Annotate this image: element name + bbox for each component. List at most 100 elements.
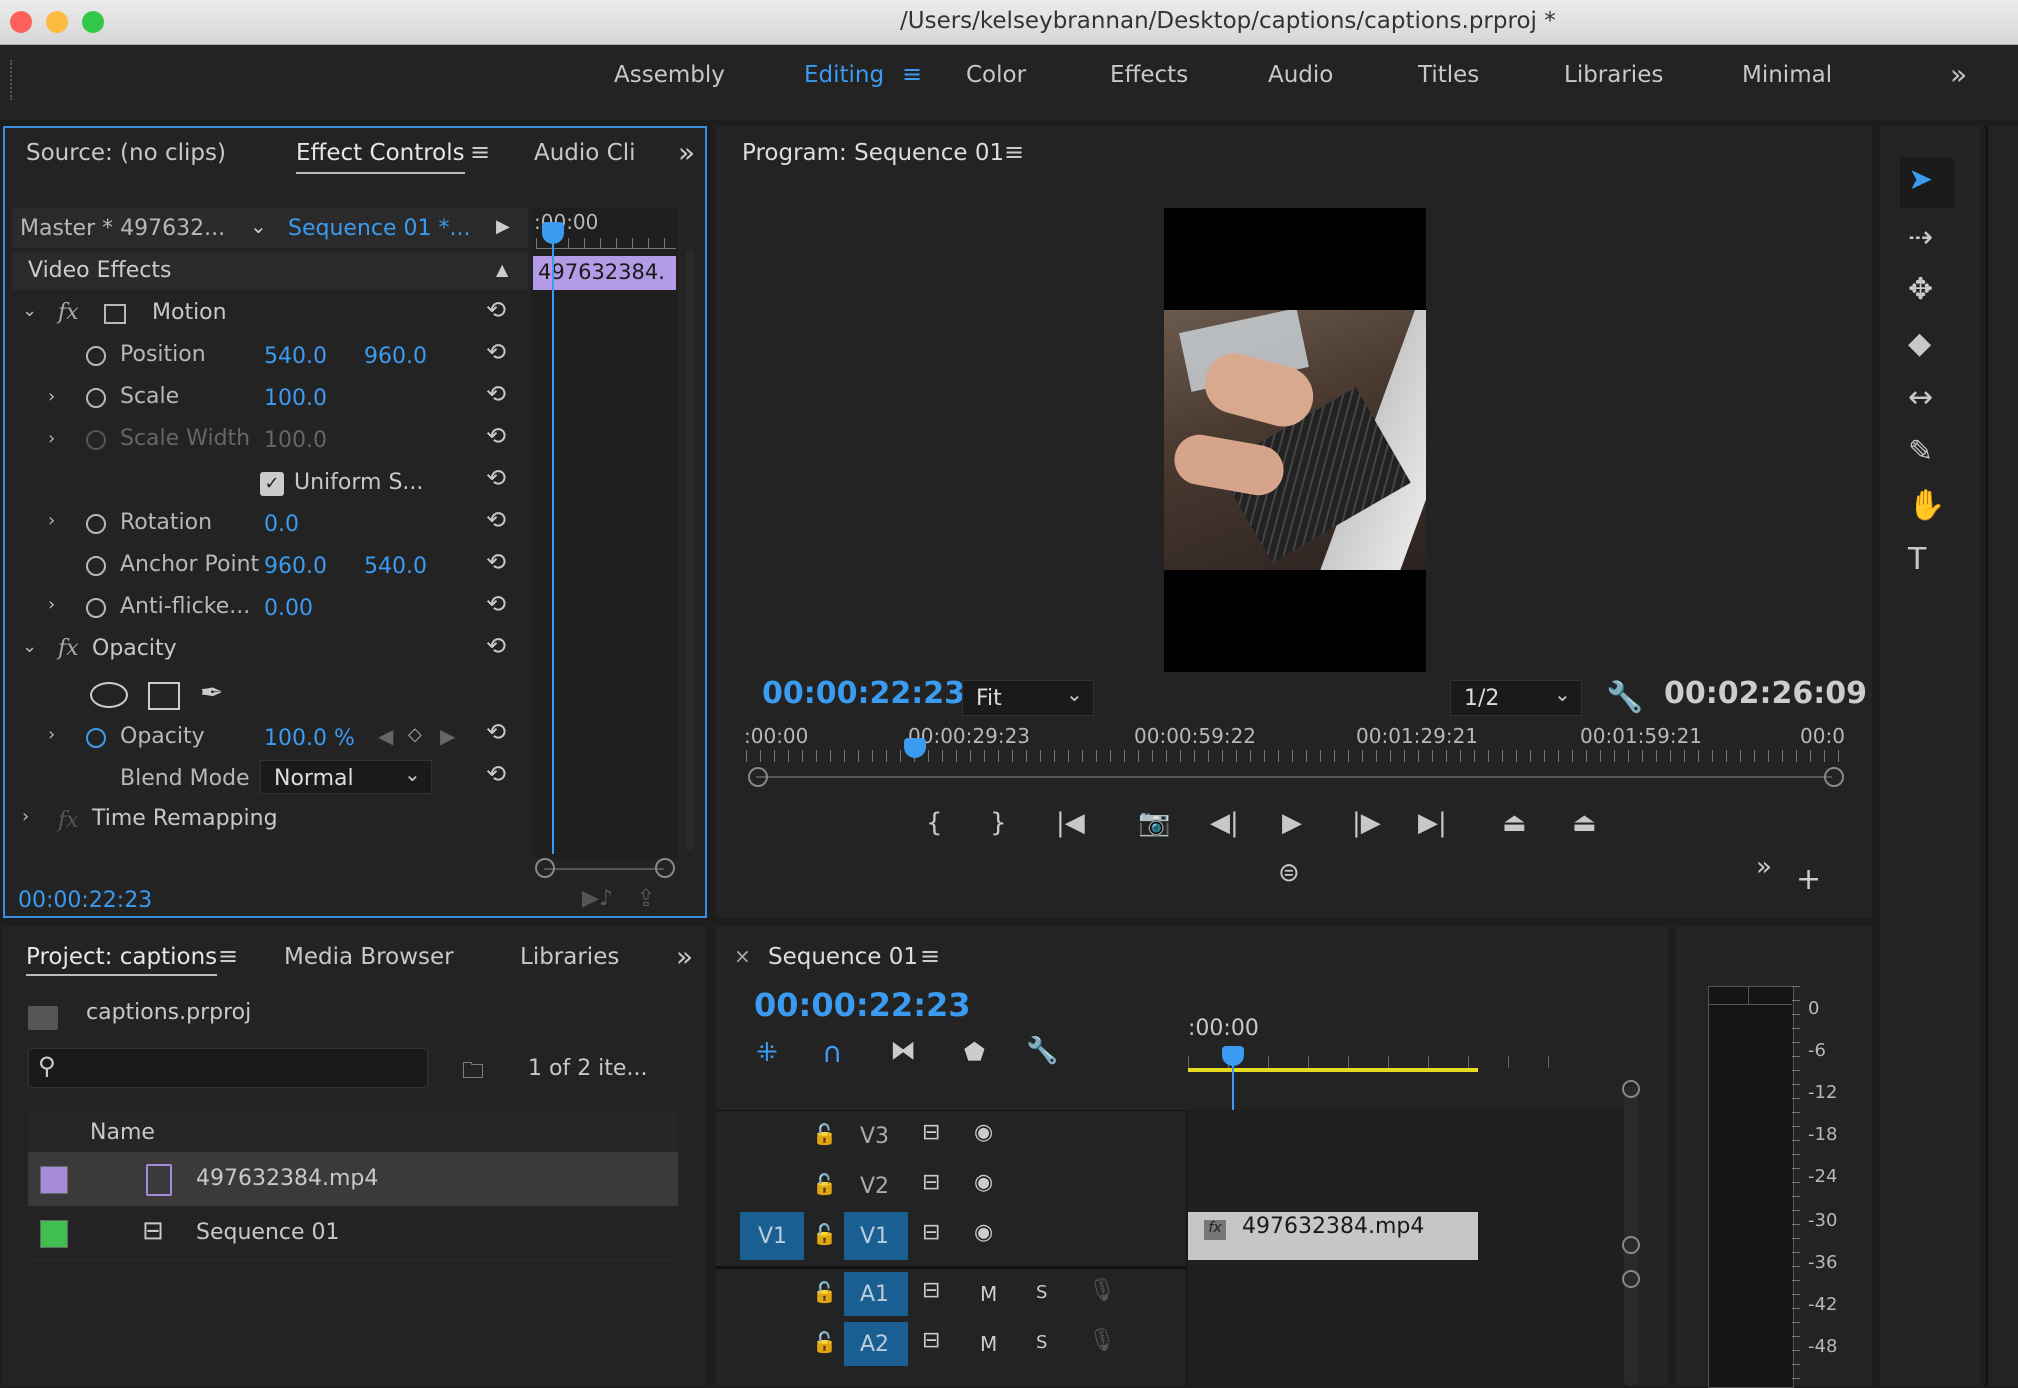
eye-icon[interactable]: ◉ — [974, 1220, 993, 1245]
chevron-down-icon[interactable]: ⌄ — [250, 214, 267, 238]
stopwatch-icon[interactable] — [86, 346, 106, 366]
chevron-down-icon[interactable]: ⌄ — [1554, 682, 1571, 706]
rotation-value[interactable]: 0.0 — [264, 512, 299, 537]
nest-sequence-icon[interactable]: ⁜ — [756, 1038, 778, 1068]
opacity-value[interactable]: 100.0 % — [264, 726, 355, 751]
rectangle-mask-icon[interactable] — [148, 682, 180, 710]
tab-libraries[interactable]: Libraries — [520, 944, 619, 970]
vscroll-handle-top[interactable] — [1622, 1080, 1640, 1098]
workspace-effects[interactable]: Effects — [1110, 62, 1188, 88]
reset-opacity-section-icon[interactable]: ⟲ — [486, 632, 506, 660]
selection-tool-icon[interactable]: ➤ — [1908, 162, 1933, 197]
clip-fx-badge[interactable]: fx — [1204, 1220, 1226, 1240]
pen-tool-icon[interactable]: ✎ — [1908, 434, 1933, 469]
scale-value[interactable]: 100.0 — [264, 386, 327, 411]
more-workspaces-icon[interactable]: » — [1950, 58, 1967, 91]
mark-out-icon[interactable]: } — [990, 808, 1007, 838]
step-forward-icon[interactable]: |▶ — [1352, 808, 1381, 838]
effect-scrollbar[interactable] — [686, 250, 694, 850]
play-audio-icon[interactable]: ▶♪ — [582, 886, 613, 911]
sync-lock-icon[interactable]: ⊟ — [922, 1278, 940, 1303]
close-tab-icon[interactable]: × — [734, 944, 751, 968]
type-tool-icon[interactable]: T — [1908, 542, 1926, 577]
rotation-expand-chevron-icon[interactable]: › — [48, 510, 55, 531]
anchor-x-value[interactable]: 960.0 — [264, 554, 327, 579]
close-window-button[interactable] — [10, 11, 32, 33]
eye-icon[interactable]: ◉ — [974, 1120, 993, 1145]
microphone-icon[interactable]: 🎙 — [1088, 1328, 1116, 1353]
eye-icon[interactable]: ◉ — [974, 1170, 993, 1195]
lock-icon[interactable]: 🔓 — [812, 1122, 837, 1146]
scale-width-expand-chevron-icon[interactable]: › — [48, 428, 55, 449]
lock-icon[interactable]: 🔓 — [812, 1330, 837, 1354]
reset-uniform-icon[interactable]: ⟲ — [486, 464, 506, 492]
stopwatch-icon[interactable] — [86, 388, 106, 408]
more-tabs-icon[interactable]: » — [676, 940, 693, 973]
antiflicker-expand-chevron-icon[interactable]: › — [48, 594, 55, 615]
tab-audio-clip[interactable]: Audio Cli — [534, 140, 636, 166]
reset-scale-width-icon[interactable]: ⟲ — [486, 422, 506, 450]
audio-vscroll-handle[interactable] — [1622, 1270, 1640, 1288]
timeline-timecode[interactable]: 00:00:22:23 — [754, 986, 971, 1024]
mark-in-icon[interactable]: { — [926, 808, 943, 838]
workspace-assembly[interactable]: Assembly — [614, 62, 725, 88]
play-icon[interactable]: ▶ — [1282, 808, 1302, 838]
linked-selection-icon[interactable]: ⧓ — [890, 1036, 916, 1066]
lock-icon[interactable]: 🔓 — [812, 1280, 837, 1304]
scale-expand-chevron-icon[interactable]: › — [48, 386, 55, 407]
track-v3-label[interactable]: V3 — [860, 1124, 889, 1149]
more-buttons-icon[interactable]: » — [1756, 852, 1772, 882]
zoom-window-button[interactable] — [82, 11, 104, 33]
opacity-expand-chevron-icon[interactable]: ⌄ — [22, 636, 37, 657]
sync-lock-icon[interactable]: ⊟ — [922, 1170, 940, 1195]
position-y-value[interactable]: 960.0 — [364, 344, 427, 369]
workspace-editing[interactable]: Editing — [804, 62, 884, 88]
reset-antiflicker-icon[interactable]: ⟲ — [486, 590, 506, 618]
reset-motion-icon[interactable]: ⟲ — [486, 296, 506, 324]
fx-icon[interactable]: fx — [58, 300, 79, 325]
chevron-down-icon[interactable]: ⌄ — [1066, 682, 1083, 706]
lift-icon[interactable]: ⏏ — [1502, 808, 1527, 838]
effect-controls-timecode[interactable]: 00:00:22:23 — [18, 888, 152, 913]
panel-menu-icon[interactable]: ≡ — [218, 942, 238, 970]
panel-menu-icon[interactable]: ≡ — [1004, 138, 1024, 166]
extract-icon[interactable]: ⏏ — [1572, 808, 1597, 838]
chevron-down-icon[interactable]: ⌄ — [404, 762, 421, 786]
lock-icon[interactable]: 🔓 — [812, 1172, 837, 1196]
reset-opacity-icon[interactable]: ⟲ — [486, 718, 506, 746]
snap-magnet-icon[interactable]: ∩ — [822, 1036, 843, 1069]
collapse-up-icon[interactable]: ▲ — [496, 260, 508, 279]
ripple-edit-tool-icon[interactable]: ✥ — [1908, 272, 1933, 307]
export-icon[interactable]: ⇪ — [636, 884, 656, 912]
play-triangle-icon[interactable]: ▶ — [496, 216, 510, 237]
effect-zoom-handle-right[interactable] — [655, 858, 675, 878]
vscroll-handle-bottom[interactable] — [1622, 1236, 1640, 1254]
solo-button[interactable]: S — [1036, 1282, 1047, 1303]
reset-position-icon[interactable]: ⟲ — [486, 338, 506, 366]
tab-effect-controls[interactable]: Effect Controls — [296, 140, 465, 174]
motion-transform-icon[interactable] — [104, 304, 126, 324]
button-editor-plus-icon[interactable]: + — [1796, 862, 1821, 897]
panel-menu-icon[interactable]: ≡ — [470, 138, 490, 166]
microphone-icon[interactable]: 🎙 — [1088, 1278, 1116, 1303]
workspace-color[interactable]: Color — [966, 62, 1026, 88]
clip-name[interactable]: 497632384.mp4 — [196, 1166, 378, 1191]
tab-source[interactable]: Source: (no clips) — [26, 140, 226, 166]
solo-button[interactable]: S — [1036, 1332, 1047, 1353]
go-to-in-icon[interactable]: |◀ — [1056, 808, 1085, 838]
timeline-settings-wrench-icon[interactable]: 🔧 — [1026, 1036, 1058, 1066]
program-zoom-handle-left[interactable] — [748, 767, 768, 787]
razor-tool-icon[interactable]: ◆ — [1908, 326, 1931, 361]
hand-tool-icon[interactable]: ✋ — [1908, 488, 1945, 523]
sequence-name[interactable]: Sequence 01 — [196, 1220, 340, 1245]
tab-project[interactable]: Project: captions — [26, 944, 218, 976]
slip-tool-icon[interactable]: ↔ — [1908, 380, 1933, 415]
reset-blend-icon[interactable]: ⟲ — [486, 760, 506, 788]
sync-lock-icon[interactable]: ⊟ — [922, 1220, 940, 1245]
ellipse-mask-icon[interactable] — [90, 682, 128, 708]
next-keyframe-icon[interactable]: ▶ — [440, 724, 455, 748]
uniform-scale-checkbox[interactable]: ✓ — [260, 472, 284, 496]
previous-keyframe-icon[interactable]: ◀ — [378, 724, 393, 748]
lock-icon[interactable]: 🔓 — [812, 1222, 837, 1246]
label-color-swatch[interactable] — [40, 1166, 68, 1194]
